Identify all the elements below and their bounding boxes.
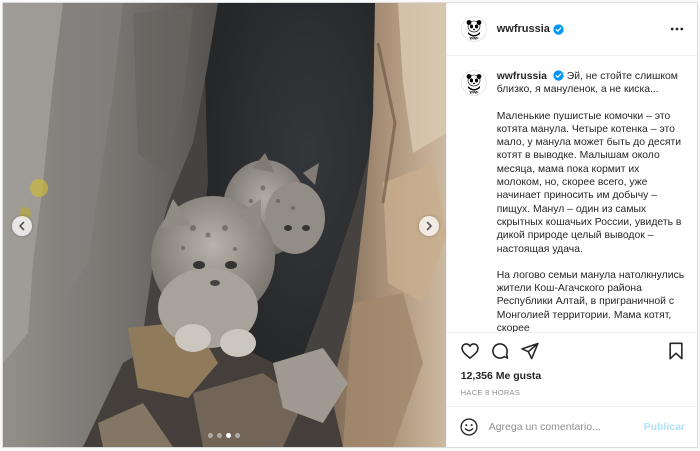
share-icon	[521, 342, 539, 359]
post-media[interactable]	[3, 3, 446, 447]
publish-button[interactable]: Publicar	[644, 421, 685, 433]
post-timestamp[interactable]: HACE 8 HORAS	[447, 386, 697, 406]
carousel-dot	[235, 433, 241, 438]
caption-username[interactable]: wwfrussia	[497, 71, 547, 82]
post-photo	[3, 3, 446, 447]
comment-icon	[491, 342, 509, 359]
avatar[interactable]: WWF	[460, 16, 487, 42]
panda-logo-icon: WWF	[466, 20, 482, 41]
carousel-dot	[217, 433, 223, 438]
author-username[interactable]: wwfrussia	[497, 23, 550, 35]
verified-badge-icon	[553, 23, 564, 35]
more-options-icon	[670, 27, 684, 31]
action-bar	[446, 332, 697, 368]
avatar[interactable]: WWF	[460, 70, 487, 96]
comment-input[interactable]	[488, 421, 644, 433]
post-header: WWF wwfrussia	[446, 3, 697, 56]
caption-text: wwfrussia Эй, не стойте слишком близко, …	[497, 70, 685, 332]
caption-paragraph: Маленькие пушистые комочки – это котята …	[496, 110, 682, 255]
post-modal: WWF wwfrussia WWF wwfrussia Эй, не стойт…	[2, 2, 698, 448]
caption: WWF wwfrussia Эй, не стойте слишком близ…	[460, 70, 685, 332]
like-button[interactable]	[459, 340, 481, 362]
caption-area: WWF wwfrussia Эй, не стойте слишком близ…	[447, 56, 697, 332]
svg-text:WWF: WWF	[469, 91, 479, 95]
comment-button[interactable]	[489, 340, 511, 362]
svg-text:WWF: WWF	[469, 37, 479, 41]
chevron-right-icon	[426, 221, 433, 231]
emoji-icon[interactable]	[459, 417, 479, 437]
save-button[interactable]	[665, 340, 687, 362]
carousel-dot-active	[226, 433, 232, 438]
carousel-next-button[interactable]	[419, 216, 439, 236]
verified-badge-icon	[553, 70, 564, 81]
carousel-prev-button[interactable]	[12, 216, 32, 236]
add-comment-bar: Publicar	[446, 406, 697, 447]
bookmark-icon	[669, 342, 683, 359]
post-sidebar: WWF wwfrussia WWF wwfrussia Эй, не стойт…	[445, 3, 697, 447]
likes-count[interactable]: 12,356 Me gusta	[447, 368, 697, 386]
panda-logo-icon: WWF	[466, 74, 482, 95]
chevron-left-icon	[18, 221, 25, 231]
carousel-indicator	[3, 433, 446, 438]
caption-paragraph: На логово семьи манула натолкнулись жите…	[496, 269, 685, 332]
heart-icon	[461, 342, 479, 359]
caption-lead: wwfrussia Эй, не стойте слишком близко, …	[497, 70, 685, 97]
share-button[interactable]	[519, 340, 541, 362]
carousel-dot	[208, 433, 214, 438]
more-options-button[interactable]	[669, 21, 685, 37]
